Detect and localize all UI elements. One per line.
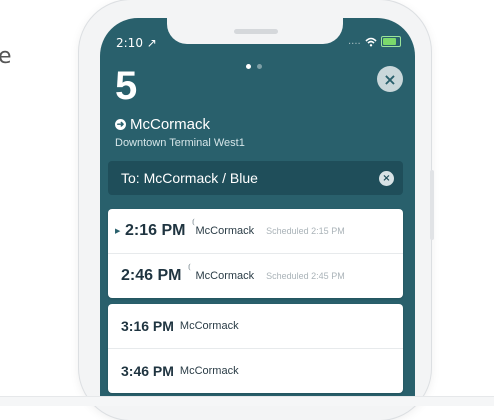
stop-name: Downtown Terminal West1 bbox=[115, 137, 245, 149]
departure-time: 2:16 PM bbox=[125, 222, 186, 239]
status-time: 2:10 ↗ bbox=[116, 36, 157, 50]
page-edge-text: e bbox=[0, 44, 12, 69]
clear-filter-button[interactable]: × bbox=[379, 171, 394, 186]
wifi-icon bbox=[365, 37, 377, 46]
arrow-right-icon: ➜ bbox=[115, 119, 126, 130]
route-number: 5 bbox=[115, 64, 138, 108]
filter-label: To: McCormack / Blue bbox=[121, 170, 258, 186]
active-marker-icon: ▶ bbox=[115, 228, 121, 235]
status-icons: .... bbox=[348, 36, 401, 47]
live-signal-icon: ⦅ bbox=[192, 217, 195, 226]
scheduled-time: Scheduled 2:15 PM bbox=[266, 226, 345, 236]
battery-icon bbox=[380, 36, 401, 47]
departure-time: 2:46 PM bbox=[121, 267, 182, 284]
departure-row[interactable]: 2:46 PM ⦅ McCormack Scheduled 2:45 PM bbox=[108, 253, 403, 298]
close-button[interactable]: × bbox=[377, 66, 403, 92]
live-departures-card: ▶ 2:16 PM ⦅ McCormack Scheduled 2:15 PM … bbox=[108, 209, 403, 298]
live-signal-icon: ⦅ bbox=[188, 262, 191, 271]
departure-route: McCormack bbox=[195, 225, 255, 237]
page-dot-active[interactable] bbox=[246, 64, 251, 69]
destination-label: McCormack bbox=[130, 116, 211, 133]
page-dot[interactable] bbox=[257, 64, 262, 69]
departure-route: McCormack bbox=[195, 270, 255, 282]
departure-row[interactable]: 3:16 PM McCormack bbox=[108, 304, 403, 348]
speaker-grille bbox=[234, 29, 278, 34]
departure-row[interactable]: 3:46 PM McCormack bbox=[108, 348, 403, 393]
departure-row[interactable]: ▶ 2:16 PM ⦅ McCormack Scheduled 2:15 PM bbox=[108, 209, 403, 253]
departure-time: 3:46 PM bbox=[121, 363, 174, 379]
departure-route: McCormack bbox=[179, 320, 239, 332]
signal-icon: .... bbox=[348, 36, 361, 47]
scheduled-time: Scheduled 2:45 PM bbox=[266, 271, 345, 281]
departure-time: 3:16 PM bbox=[121, 318, 174, 334]
destination-filter[interactable]: To: McCormack / Blue × bbox=[108, 161, 403, 195]
destination: ➜ McCormack bbox=[115, 116, 210, 133]
phone-side-button bbox=[430, 170, 434, 240]
scheduled-departures-card: 3:16 PM McCormack 3:46 PM McCormack bbox=[108, 304, 403, 393]
page-indicator[interactable] bbox=[246, 64, 262, 69]
departure-route: McCormack bbox=[179, 365, 239, 377]
